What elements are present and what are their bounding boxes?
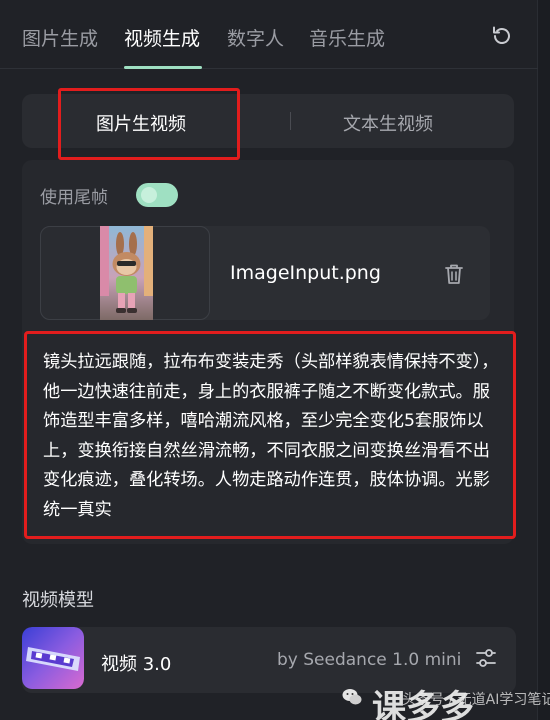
end-frame-toggle[interactable]: [136, 183, 178, 207]
top-tab-bar: 图片生成 视频生成 数字人 音乐生成: [0, 0, 538, 69]
refresh-icon[interactable]: [490, 24, 514, 48]
tab-digital-human[interactable]: 数字人: [227, 24, 284, 51]
text-to-video-option[interactable]: 文本生视频: [343, 110, 433, 136]
uploaded-image-thumbnail: [100, 226, 153, 320]
model-thumbnail: [22, 627, 84, 689]
segment-divider: [290, 112, 291, 130]
tab-music-generation[interactable]: 音乐生成: [309, 24, 385, 51]
image-to-video-option[interactable]: 图片生视频: [96, 110, 186, 136]
tab-image-generation[interactable]: 图片生成: [22, 24, 98, 51]
uploaded-filename: ImageInput.png: [230, 262, 381, 284]
active-tab-indicator: [124, 66, 202, 69]
trash-icon[interactable]: [443, 262, 465, 286]
settings-icon[interactable]: [475, 647, 497, 669]
end-frame-toggle-label: 使用尾帧: [40, 188, 108, 208]
video-model-section-title: 视频模型: [22, 590, 94, 611]
wechat-icon: [342, 689, 362, 705]
prompt-textarea[interactable]: 镜头拉远跟随，拉布布变装走秀（头部样貌表情保持不变），他一边快速往前走，身上的衣…: [24, 331, 516, 539]
model-provider: by Seedance 1.0 mini: [277, 650, 462, 670]
watermark-text: 头条号 / 无道AI学习笔记: [402, 692, 550, 708]
tab-video-generation[interactable]: 视频生成: [124, 24, 200, 51]
model-name: 视频 3.0: [101, 654, 172, 675]
toggle-knob: [141, 187, 157, 203]
prompt-text: 镜头拉远跟随，拉布布变装走秀（头部样貌表情保持不变），他一边快速往前走，身上的衣…: [43, 352, 499, 520]
